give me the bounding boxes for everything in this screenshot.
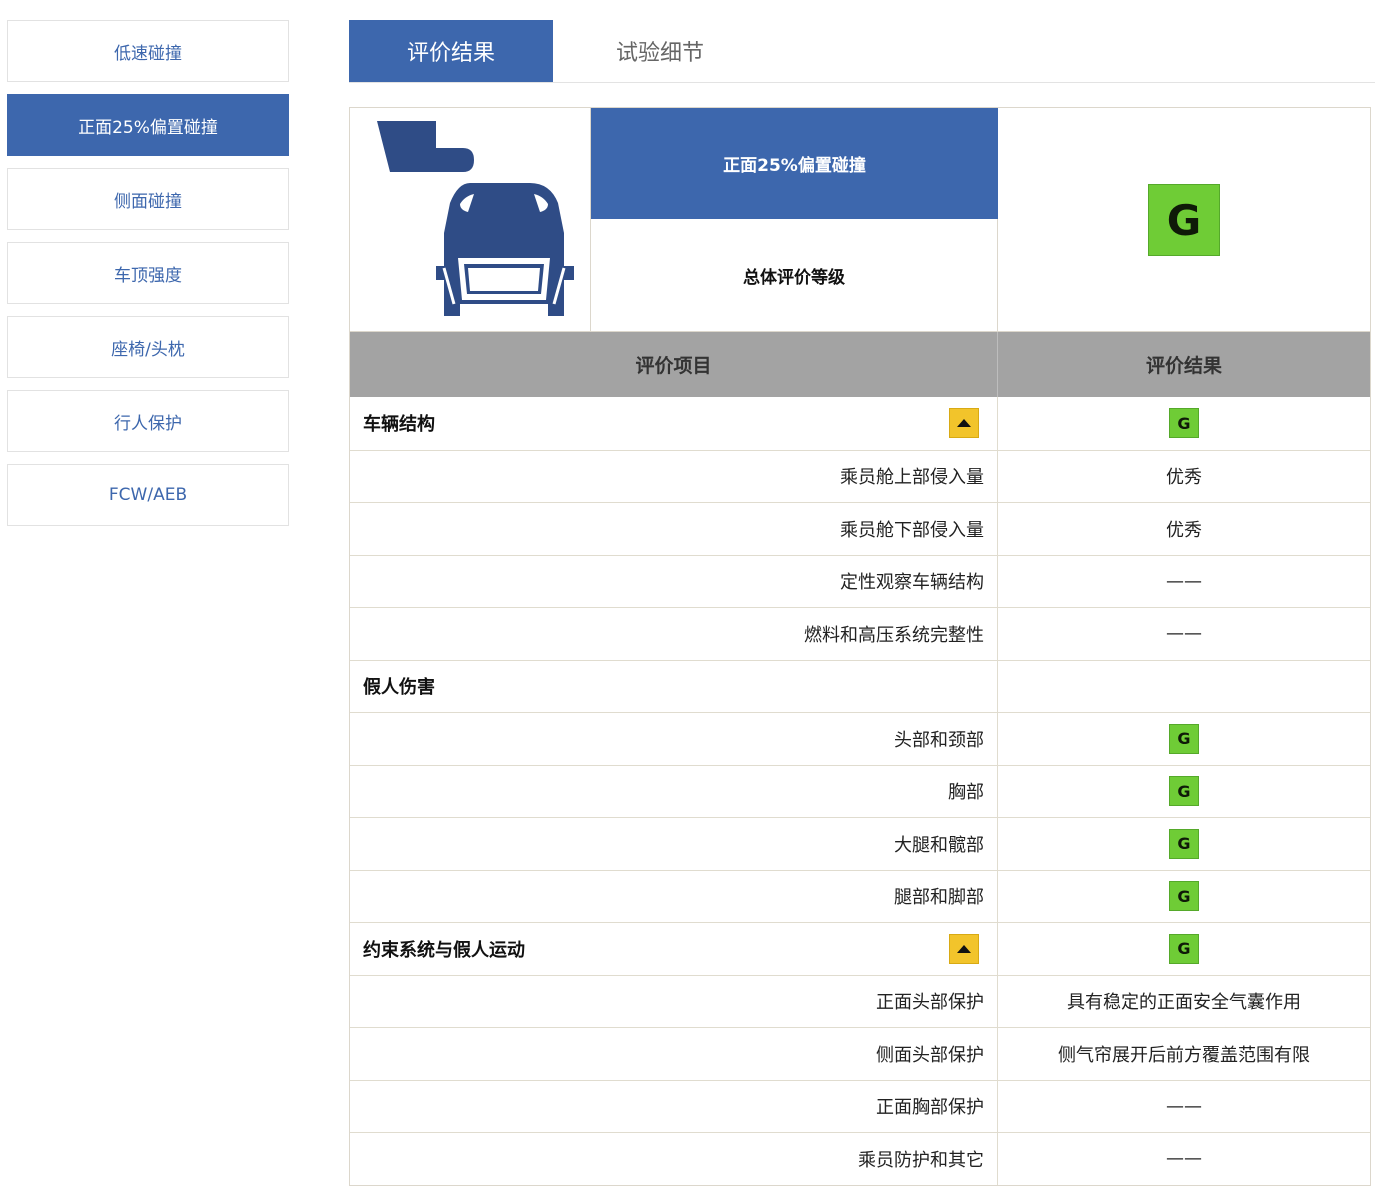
tab-results[interactable]: 评价结果 <box>349 20 553 82</box>
item-label: 乘员舱下部侵入量 <box>350 503 998 555</box>
section-label: 假人伤害 <box>363 677 435 699</box>
grade-badge: G <box>1169 933 1199 964</box>
grade-badge: G <box>1169 828 1199 859</box>
item-label: 正面胸部保护 <box>350 1080 998 1132</box>
caret-up-icon <box>957 419 971 428</box>
result-cell: G <box>998 871 1370 923</box>
table-row: 胸部 G <box>350 764 1370 818</box>
column-header-row: 评价项目 评价结果 <box>350 332 1370 397</box>
table-row: 正面头部保护 具有稳定的正面安全气囊作用 <box>350 974 1370 1027</box>
sidebar-item-roof-strength[interactable]: 车顶强度 <box>7 242 289 304</box>
section-cell: 车辆结构 <box>350 397 998 450</box>
sidebar: 低速碰撞 正面25%偏置碰撞 侧面碰撞 车顶强度 座椅/头枕 行人保护 FCW/… <box>7 20 289 538</box>
sidebar-item-fcw-aeb[interactable]: FCW/AEB <box>7 464 289 526</box>
test-title: 正面25%偏置碰撞 <box>591 108 998 219</box>
overall-grade-badge: G <box>1148 184 1220 256</box>
result-cell: G <box>998 397 1370 450</box>
sidebar-item-pedestrian[interactable]: 行人保护 <box>7 390 289 452</box>
result-text: —— <box>1166 623 1202 645</box>
table-row: 乘员舱上部侵入量 优秀 <box>350 449 1370 502</box>
rating-rows: 车辆结构 G 乘员舱上部侵入量 优秀 乘员舱下部侵入量 优秀 定性观察车辆结构 … <box>350 397 1370 1185</box>
result-cell: G <box>998 923 1370 975</box>
table-row: 乘员舱下部侵入量 优秀 <box>350 502 1370 555</box>
result-text: 具有稳定的正面安全气囊作用 <box>1067 992 1301 1014</box>
result-text: —— <box>1166 570 1202 592</box>
item-label: 大腿和髋部 <box>350 818 998 870</box>
item-label: 乘员舱上部侵入量 <box>350 450 998 502</box>
result-text: —— <box>1166 1148 1202 1170</box>
collapse-toggle-button[interactable] <box>949 408 979 439</box>
item-label: 燃料和高压系统完整性 <box>350 608 998 660</box>
table-row: 侧面头部保护 侧气帘展开后前方覆盖范围有限 <box>350 1027 1370 1080</box>
item-label: 乘员防护和其它 <box>350 1133 998 1185</box>
overall-rating-label: 总体评价等级 <box>591 219 998 332</box>
result-text: 侧气帘展开后前方覆盖范围有限 <box>1058 1044 1310 1066</box>
table-row: 正面胸部保护 —— <box>350 1079 1370 1132</box>
item-label: 定性观察车辆结构 <box>350 555 998 607</box>
section-row: 约束系统与假人运动 G <box>350 922 1370 975</box>
sidebar-item-low-speed[interactable]: 低速碰撞 <box>7 20 289 82</box>
sidebar-item-front-small-overlap[interactable]: 正面25%偏置碰撞 <box>7 94 289 156</box>
section-row: 车辆结构 G <box>350 397 1370 450</box>
section-label: 车辆结构 <box>363 414 435 436</box>
section-cell: 约束系统与假人运动 <box>350 923 998 975</box>
column-header-item: 评价项目 <box>350 332 998 397</box>
result-cell: G <box>998 766 1370 818</box>
grade-badge: G <box>1169 723 1199 754</box>
grade-badge: G <box>1169 776 1199 807</box>
grade-badge: G <box>1169 408 1199 439</box>
table-row: 乘员防护和其它 —— <box>350 1132 1370 1185</box>
item-label: 腿部和脚部 <box>350 870 998 922</box>
tab-details[interactable]: 试验细节 <box>553 20 767 82</box>
rating-table: 正面25%偏置碰撞 总体评价等级 G 评价项目 评价结果 车辆结构 G 乘员舱上… <box>349 107 1371 1186</box>
sidebar-item-side-impact[interactable]: 侧面碰撞 <box>7 168 289 230</box>
section-row: 假人伤害 <box>350 659 1370 713</box>
section-label: 约束系统与假人运动 <box>363 939 525 961</box>
result-cell: G <box>998 713 1370 765</box>
result-text: 优秀 <box>1166 467 1202 489</box>
result-cell <box>998 661 1370 713</box>
table-row: 大腿和髋部 G <box>350 817 1370 870</box>
result-text: 优秀 <box>1166 519 1202 541</box>
result-cell: G <box>998 818 1370 870</box>
section-cell: 假人伤害 <box>350 660 998 712</box>
column-header-result: 评价结果 <box>1145 355 1222 377</box>
result-text: —— <box>1166 1095 1202 1117</box>
rating-header: 正面25%偏置碰撞 总体评价等级 G <box>350 108 1370 332</box>
table-row: 定性观察车辆结构 —— <box>350 554 1370 607</box>
table-row: 燃料和高压系统完整性 —— <box>350 607 1370 660</box>
grade-badge: G <box>1169 881 1199 912</box>
item-label: 正面头部保护 <box>350 975 998 1027</box>
table-row: 头部和颈部 G <box>350 712 1370 765</box>
collapse-toggle-button[interactable] <box>949 933 979 964</box>
overall-grade-cell: G <box>998 108 1370 332</box>
item-label: 头部和颈部 <box>350 713 998 765</box>
tab-bar: 评价结果 试验细节 <box>349 20 1375 83</box>
sidebar-item-seat-headrest[interactable]: 座椅/头枕 <box>7 316 289 378</box>
crash-test-illustration <box>350 108 591 332</box>
item-label: 侧面头部保护 <box>350 1028 998 1080</box>
item-label: 胸部 <box>350 765 998 817</box>
car-barrier-icon <box>377 121 574 316</box>
caret-up-icon <box>957 944 971 953</box>
table-row: 腿部和脚部 G <box>350 869 1370 923</box>
